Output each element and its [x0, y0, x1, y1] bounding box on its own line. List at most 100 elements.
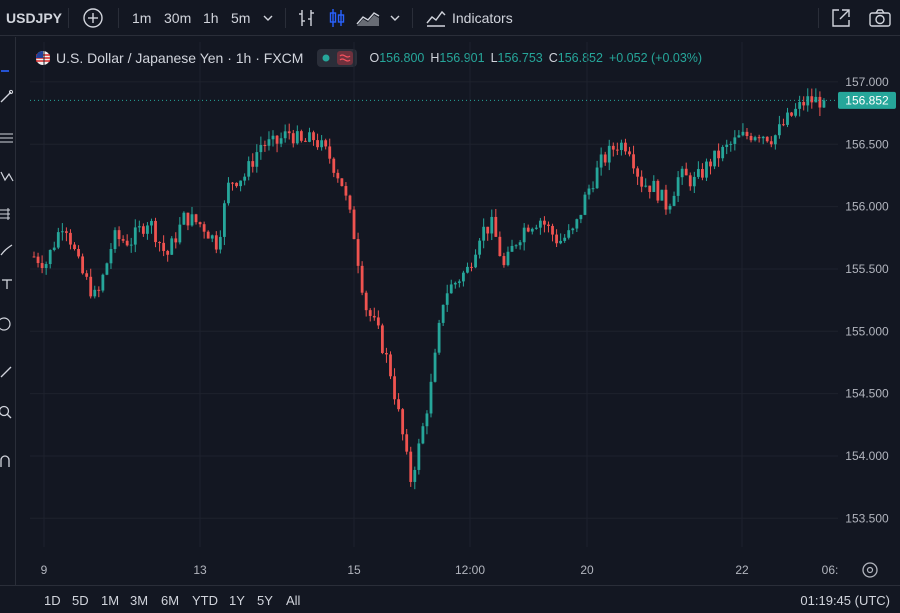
candle-body — [498, 236, 502, 257]
range-button-all[interactable]: All — [286, 586, 300, 613]
candle-body — [336, 172, 340, 179]
candle-body — [194, 214, 198, 223]
candle-body — [65, 231, 68, 233]
candle-body — [320, 140, 324, 148]
symbol-search-button[interactable]: USDJPY — [6, 0, 62, 36]
candle-body — [198, 222, 202, 225]
area-style-button[interactable] — [355, 0, 381, 36]
timeframe-dropdown-button[interactable] — [262, 0, 274, 36]
timeframe-1h[interactable]: 1h — [203, 0, 219, 36]
candles-icon — [329, 9, 345, 27]
candle-body — [717, 150, 721, 159]
snapshot-button[interactable] — [868, 0, 892, 36]
candle-body — [595, 167, 599, 189]
candle-body — [154, 220, 157, 243]
price-tick-label: 155.000 — [845, 324, 889, 338]
candle-body — [725, 144, 729, 147]
candle-body — [769, 141, 773, 145]
chart-style-dropdown[interactable] — [389, 0, 401, 36]
candle-body — [441, 304, 445, 323]
candle-body — [243, 176, 247, 181]
candle-body — [202, 224, 206, 232]
candles-style-button[interactable] — [326, 0, 348, 36]
candle-body — [214, 235, 218, 250]
timeframe-5m[interactable]: 5m — [231, 0, 250, 36]
candle-body — [352, 209, 356, 240]
range-button-5d[interactable]: 5D — [72, 586, 89, 613]
candle-body — [802, 102, 806, 106]
candle-body — [749, 136, 753, 141]
compare-symbol-button[interactable] — [82, 0, 104, 36]
candle-body — [81, 256, 85, 274]
candle-body — [267, 139, 271, 146]
fullscreen-button[interactable] — [830, 0, 852, 36]
range-button-3m[interactable]: 3M — [130, 586, 148, 613]
range-button-6m[interactable]: 6M — [161, 586, 179, 613]
candle-body — [567, 230, 571, 238]
candle-body — [474, 254, 477, 268]
timeframe-30m[interactable]: 30m — [164, 0, 191, 36]
price-tick-label: 156.000 — [845, 200, 889, 214]
candle-body — [218, 236, 222, 250]
indicators-button[interactable]: Indicators — [425, 0, 513, 36]
candle-body — [737, 135, 741, 138]
price-chart[interactable]: 157.000 156.500 156.000 155.500 155.000 154.5… — [0, 37, 900, 585]
candle-body — [701, 169, 704, 178]
time-axis-settings-button[interactable] — [862, 562, 878, 578]
candle-body — [279, 138, 283, 144]
range-button-1d[interactable]: 1D — [44, 586, 61, 613]
candle-body — [640, 176, 644, 187]
candle-body — [429, 381, 433, 414]
candle-body — [77, 249, 80, 257]
candle-body — [401, 409, 405, 435]
candle-body — [255, 152, 259, 167]
range-button-5y[interactable]: 5Y — [257, 586, 273, 613]
camera-icon — [869, 9, 891, 27]
utc-clock[interactable]: 01:19:45 (UTC) — [800, 586, 890, 613]
candle-body — [729, 143, 733, 145]
toolbar-divider — [285, 8, 286, 28]
candle-body — [235, 182, 238, 187]
range-button-ytd[interactable]: YTD — [192, 586, 218, 613]
bar-style-button[interactable] — [296, 0, 318, 36]
candle-body — [790, 112, 793, 116]
time-tick-label: 22 — [735, 563, 749, 577]
candle-body — [611, 145, 615, 150]
candle-body — [166, 250, 170, 255]
candle-body — [628, 151, 631, 155]
range-button-1y[interactable]: 1Y — [229, 586, 245, 613]
candle-body — [206, 231, 210, 239]
candle-body — [117, 230, 121, 240]
symbol-label: USDJPY — [6, 10, 63, 26]
candle-body — [709, 161, 712, 167]
candle-body — [453, 282, 457, 285]
candle-body — [571, 228, 575, 231]
candle-body — [389, 354, 392, 377]
candle-body — [433, 352, 437, 382]
candle-body — [376, 317, 380, 326]
candle-body — [348, 195, 352, 210]
candle-body — [409, 451, 413, 482]
candle-body — [146, 225, 149, 234]
toolbar-divider — [412, 8, 413, 28]
timeframe-1m[interactable]: 1m — [132, 0, 151, 36]
candle-body — [316, 140, 319, 148]
candle-body — [393, 376, 396, 400]
candle-body — [259, 144, 263, 153]
candle-body — [538, 220, 542, 228]
candle-body — [522, 227, 526, 243]
candle-body — [624, 142, 627, 152]
candle-body — [247, 161, 251, 177]
candle-body — [158, 242, 161, 244]
candle-body — [449, 284, 453, 294]
candle-body — [227, 182, 230, 204]
candle-body — [89, 276, 93, 297]
candle-body — [425, 413, 429, 427]
candle-body — [696, 169, 700, 177]
time-tick-label: 9 — [41, 563, 48, 577]
candle-body — [478, 240, 482, 255]
toolbar-divider — [818, 8, 819, 28]
range-button-1m[interactable]: 1M — [101, 586, 119, 613]
candle-body — [765, 136, 769, 142]
candle-body — [761, 136, 765, 139]
